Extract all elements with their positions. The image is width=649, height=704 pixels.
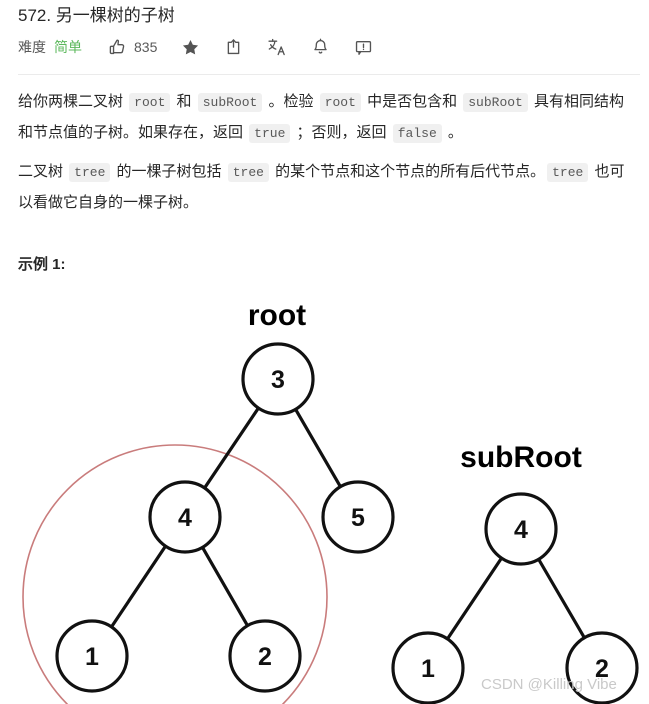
tree-node-value: 1 bbox=[421, 655, 435, 683]
tree-node-value: 1 bbox=[85, 643, 99, 671]
tree-edge bbox=[445, 555, 504, 642]
text-segment: 和 bbox=[172, 93, 196, 110]
example-diagram: 3 4 5 1 2 root 4 1 2 subRoot bbox=[0, 285, 649, 704]
code-token-subroot: subRoot bbox=[463, 93, 528, 112]
text-segment: ；否则，返回 bbox=[292, 124, 391, 141]
tree-edge bbox=[109, 543, 168, 630]
tree-edge bbox=[536, 556, 587, 641]
tree-label: subRoot bbox=[460, 441, 582, 474]
problem-meta-toolbar: 难度 简单 835 bbox=[18, 34, 397, 60]
tree-edge bbox=[200, 544, 250, 629]
code-token-tree: tree bbox=[69, 163, 111, 182]
text-segment: 。 bbox=[443, 124, 463, 141]
tree-group: 4 1 2 subRoot bbox=[391, 441, 639, 704]
like-count: 835 bbox=[134, 39, 158, 55]
feedback-button[interactable] bbox=[354, 38, 373, 57]
difficulty-badge: 简单 bbox=[54, 39, 82, 55]
code-token-tree: tree bbox=[547, 163, 589, 182]
page-title: 572. 另一棵树的子树 bbox=[18, 6, 175, 25]
notification-button[interactable] bbox=[311, 38, 330, 57]
text-segment: 的一棵子树包括 bbox=[112, 163, 226, 180]
star-icon bbox=[181, 38, 200, 57]
tree-node-value: 4 bbox=[178, 504, 192, 532]
tree-node-value: 5 bbox=[351, 504, 365, 532]
text-segment: 给你两棵二叉树 bbox=[18, 93, 128, 110]
tree-node-value: 2 bbox=[258, 643, 272, 671]
feedback-icon bbox=[354, 38, 373, 57]
tree-label: root bbox=[248, 299, 306, 332]
code-token-root: root bbox=[319, 93, 361, 112]
text-segment: 二叉树 bbox=[18, 163, 68, 180]
like-button[interactable]: 835 bbox=[108, 38, 157, 57]
code-token-root: root bbox=[129, 93, 171, 112]
description-paragraph-2: 二叉树 tree 的一棵子树包括 tree 的某个节点和这个节点的所有后代节点。… bbox=[18, 157, 636, 218]
tree-node-value: 4 bbox=[514, 516, 528, 544]
translate-button[interactable] bbox=[267, 37, 287, 57]
thumbs-up-icon bbox=[108, 38, 127, 57]
header-divider bbox=[18, 74, 640, 75]
translate-icon bbox=[267, 37, 287, 57]
share-icon bbox=[224, 38, 243, 57]
text-segment: 。检验 bbox=[264, 93, 318, 110]
difficulty-label: 难度 bbox=[18, 39, 46, 55]
binary-tree-illustration: 3 4 5 1 2 root 4 1 2 subRoot bbox=[22, 299, 639, 704]
description-paragraph-1: 给你两棵二叉树 root 和 subRoot 。检验 root 中是否包含和 s… bbox=[18, 87, 636, 149]
tree-node-value: 2 bbox=[595, 655, 609, 683]
bell-icon bbox=[311, 38, 330, 57]
share-button[interactable] bbox=[224, 38, 243, 57]
tree-edge bbox=[293, 406, 343, 490]
code-token-false: false bbox=[392, 124, 442, 143]
favorite-button[interactable] bbox=[181, 38, 200, 57]
tree-node-value: 3 bbox=[271, 366, 285, 394]
text-segment: 的某个节点和这个节点的所有后代节点。 bbox=[270, 163, 546, 180]
tree-edge bbox=[202, 405, 261, 491]
code-token-tree: tree bbox=[227, 163, 269, 182]
problem-page: 572. 另一棵树的子树 难度 简单 835 给你两棵二叉树 root 和 su… bbox=[0, 0, 649, 704]
code-token-true: true bbox=[249, 124, 291, 143]
code-token-subroot: subRoot bbox=[197, 93, 263, 112]
text-segment: 中是否包含和 bbox=[362, 93, 462, 110]
example-heading: 示例 1: bbox=[18, 256, 66, 273]
tree-group: 3 4 5 1 2 root bbox=[22, 299, 395, 704]
